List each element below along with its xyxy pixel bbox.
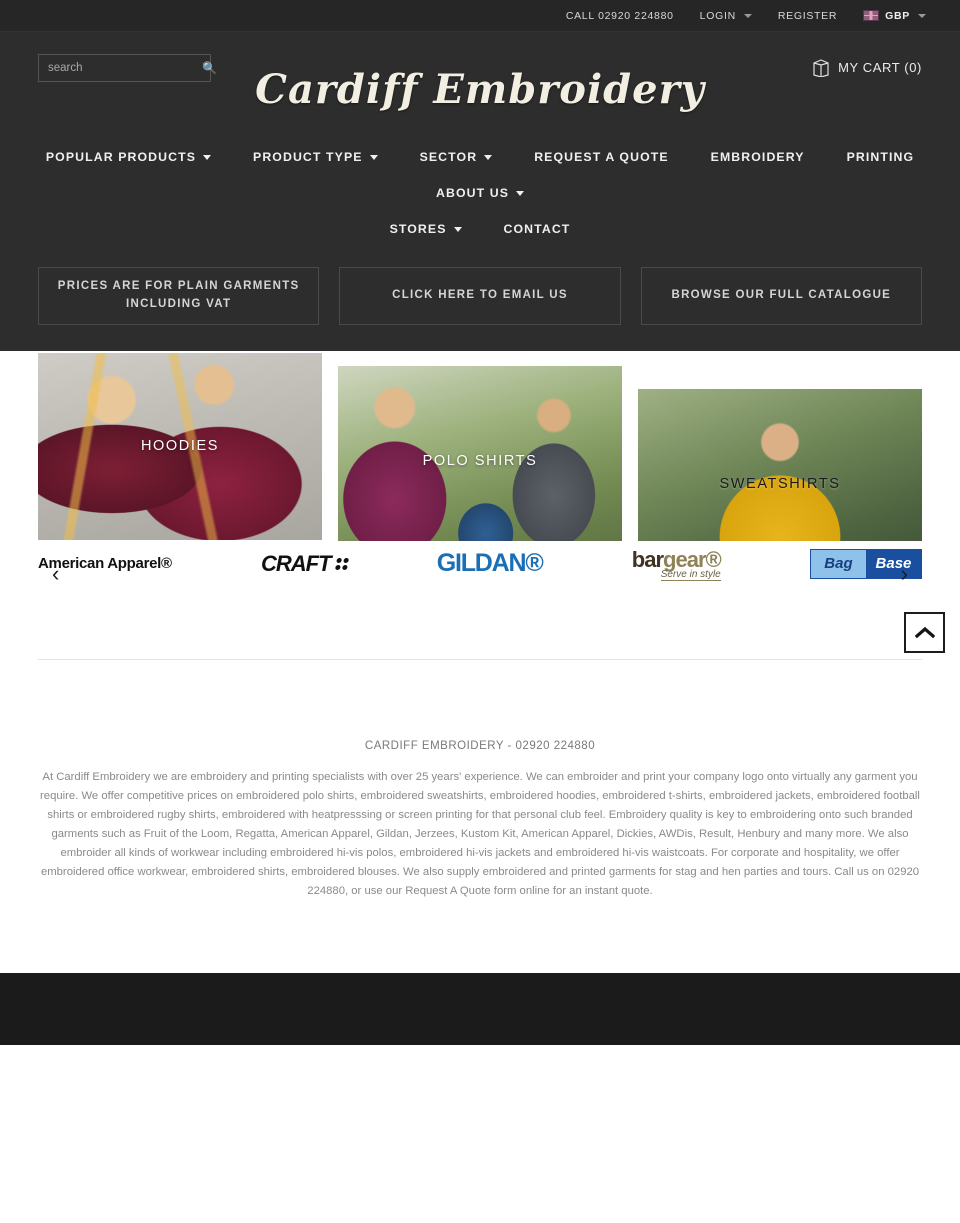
uk-flag-icon: [863, 10, 880, 21]
nav-label: SECTOR: [419, 150, 478, 164]
nav-item-about-us[interactable]: ABOUT US: [415, 175, 545, 211]
page-root: CALL 02920 224880 LOGIN REGISTER GBP 🔍 C…: [0, 0, 960, 1223]
footer-business-title: CARDIFF EMBROIDERY - 02920 224880: [364, 740, 596, 752]
phone-label: CALL 02920 224880: [565, 9, 674, 22]
chevron-down-icon: [516, 190, 525, 196]
scroll-to-top-button[interactable]: [904, 612, 945, 653]
phone-link[interactable]: CALL 02920 224880: [566, 10, 674, 22]
category-tile-label: SWEATSHIRTS: [719, 475, 841, 492]
brand-label-part1: Bag: [810, 549, 866, 578]
category-tile-hoodies[interactable]: HOODIES: [38, 352, 322, 540]
chevron-down-icon: [918, 13, 926, 18]
login-menu[interactable]: LOGIN: [700, 10, 752, 22]
nav-item-product-type[interactable]: PRODUCT TYPE: [232, 139, 399, 175]
nav-label: STORES: [389, 222, 447, 236]
search-box[interactable]: 🔍: [38, 54, 217, 82]
header-block: 🔍 Cardiff Embroidery MY CART (0): [0, 32, 960, 351]
cart-box-icon: [813, 58, 829, 77]
nav-label: EMBROIDERY: [710, 150, 805, 164]
chevron-down-icon: [453, 226, 462, 232]
brand-logo-craft[interactable]: CRAFT: [260, 544, 349, 584]
nav-item-contact[interactable]: CONTACT: [483, 211, 592, 247]
nav-label: PRODUCT TYPE: [253, 150, 363, 164]
slider-prev-button[interactable]: ‹: [52, 562, 59, 585]
currency-selector[interactable]: GBP: [863, 10, 926, 22]
category-tile-label: POLO SHIRTS: [422, 452, 538, 469]
cart-label: MY CART (0): [838, 60, 922, 75]
cta-prices-plain-garments[interactable]: PRICES ARE FOR PLAIN GARMENTS INCLUDING …: [38, 267, 320, 325]
category-tile-label: HOODIES: [140, 438, 220, 455]
register-link[interactable]: REGISTER: [778, 10, 837, 22]
category-slider: HOODIES POLO SHIRTS SWEATSHIRTS American…: [0, 350, 960, 646]
search-icon[interactable]: 🔍: [202, 62, 217, 74]
brand-logo-gildan[interactable]: GILDAN®: [437, 544, 544, 584]
nav-label: CONTACT: [503, 222, 571, 236]
nav-row-primary: POPULAR PRODUCTS PRODUCT TYPE SECTOR REQ…: [0, 139, 960, 211]
nav-label: REQUEST A QUOTE: [534, 150, 669, 164]
slider-next-button[interactable]: ›: [901, 562, 908, 585]
nav-item-printing[interactable]: PRINTING: [826, 139, 936, 175]
currency-label: GBP: [885, 9, 910, 22]
chevron-down-icon: [203, 154, 212, 160]
nav-label: PRINTING: [846, 150, 915, 164]
chevron-down-icon: [743, 13, 752, 18]
brand-tagline: Serve in style: [660, 568, 721, 581]
footer-dark-band: [0, 973, 960, 1045]
craft-dots-icon: [334, 557, 349, 570]
cta-email-us[interactable]: CLICK HERE TO EMAIL US: [339, 267, 621, 325]
category-tile-polo-shirts[interactable]: POLO SHIRTS: [338, 365, 622, 556]
brand-logo-strip: American Apparel® CRAFT GILDAN® bargear®…: [0, 540, 960, 587]
search-input[interactable]: [48, 62, 202, 74]
nav-row-secondary: STORES CONTACT: [0, 211, 960, 247]
footer-description: At Cardiff Embroidery we are embroidery …: [40, 771, 920, 897]
brand-logo-bargear[interactable]: bargear® Serve in style: [632, 544, 722, 584]
cta-browse-catalogue[interactable]: BROWSE OUR FULL CATALOGUE: [640, 267, 922, 325]
footer-info-block: CARDIFF EMBROIDERY - 02920 224880 At Car…: [35, 660, 925, 901]
nav-label: POPULAR PRODUCTS: [45, 150, 197, 164]
nav-item-popular-products[interactable]: POPULAR PRODUCTS: [25, 139, 232, 175]
brand-label-part2: Base: [865, 549, 921, 578]
nav-item-request-a-quote[interactable]: REQUEST A QUOTE: [513, 139, 689, 175]
cta-button-row: PRICES ARE FOR PLAIN GARMENTS INCLUDING …: [38, 267, 922, 349]
utility-bar: CALL 02920 224880 LOGIN REGISTER GBP: [0, 0, 960, 32]
login-label: LOGIN: [699, 9, 736, 22]
chevron-down-icon: [484, 154, 493, 160]
site-logo[interactable]: Cardiff Embroidery: [255, 66, 705, 113]
register-label: REGISTER: [777, 9, 838, 22]
site-header: 🔍 Cardiff Embroidery MY CART (0): [0, 32, 960, 139]
nav-item-sector[interactable]: SECTOR: [399, 139, 514, 175]
nav-item-stores[interactable]: STORES: [369, 211, 483, 247]
nav-label: ABOUT US: [435, 186, 510, 200]
chevron-up-icon: [914, 626, 935, 639]
brand-label: CRAFT: [260, 550, 332, 576]
nav-item-embroidery[interactable]: EMBROIDERY: [690, 139, 826, 175]
cart-button[interactable]: MY CART (0): [813, 58, 922, 77]
chevron-down-icon: [369, 154, 378, 160]
main-navigation: POPULAR PRODUCTS PRODUCT TYPE SECTOR REQ…: [0, 139, 960, 253]
